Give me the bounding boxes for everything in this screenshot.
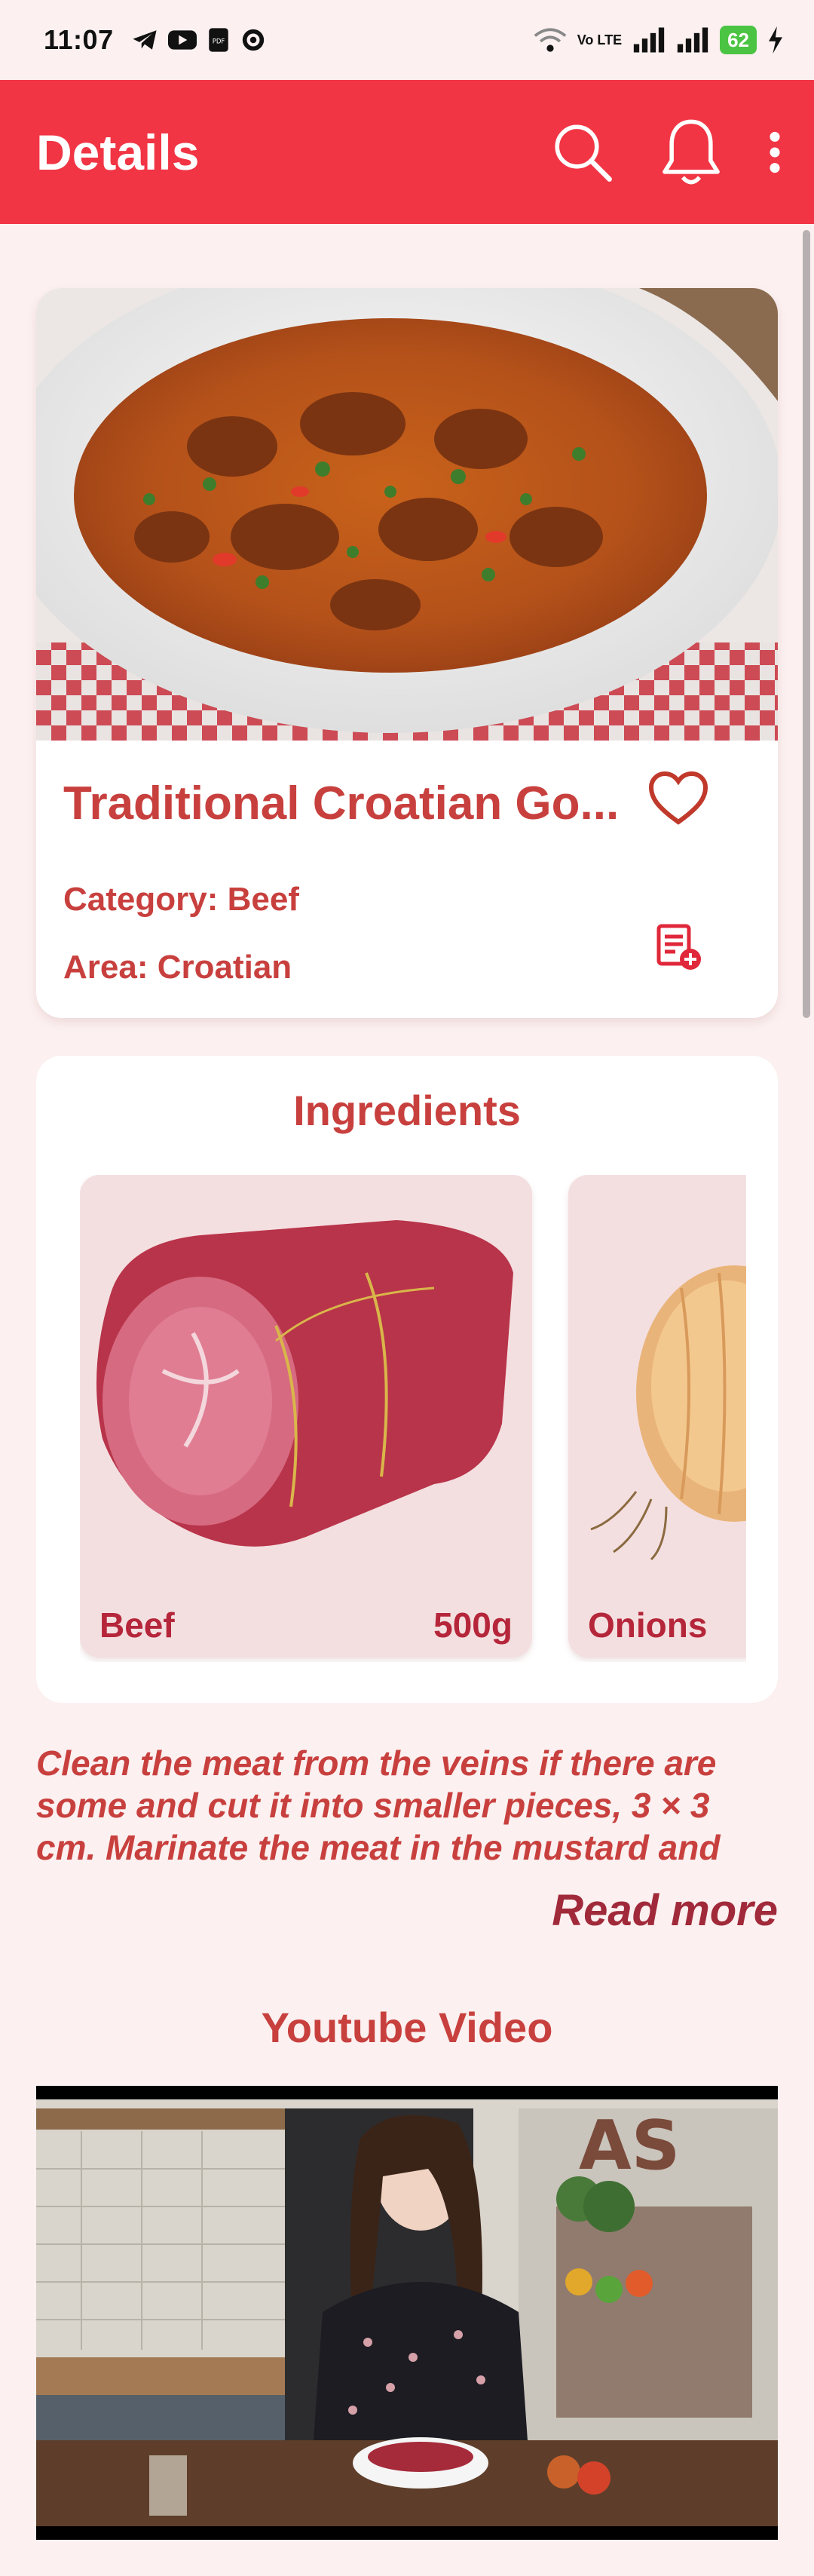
search-icon[interactable] <box>549 118 617 186</box>
ingredient-name: Beef <box>99 1605 175 1645</box>
recipe-category: Category: Beef <box>63 881 299 918</box>
bell-icon[interactable] <box>657 116 725 189</box>
onion-image <box>590 1265 746 1561</box>
video-thumbnail: AS <box>36 2099 778 2526</box>
video-section-title: Youtube Video <box>261 2004 553 2051</box>
status-time: 11:07 <box>44 24 114 55</box>
whatsapp-icon <box>242 29 264 51</box>
youtube-icon <box>167 30 197 50</box>
app-bar: Details <box>0 80 814 224</box>
telegram-icon <box>133 30 157 50</box>
volte-indicator: Vo LTE <box>577 32 623 48</box>
charging-icon <box>769 26 782 54</box>
recipe-area: Area: Croatian <box>63 949 292 986</box>
ingredients-card: Ingredients Beef 500g Onions <box>36 1056 778 1703</box>
beef-image <box>96 1220 513 1547</box>
read-more-link[interactable]: Read more <box>552 1885 778 1936</box>
ingredient-card-beef[interactable]: Beef 500g <box>80 1175 532 1658</box>
ingredient-measure: 500g <box>433 1605 513 1645</box>
ingredient-name: Onions <box>588 1605 708 1645</box>
signal-icon-2 <box>677 27 708 53</box>
battery-level: 62 <box>720 26 757 54</box>
add-to-list-icon[interactable] <box>654 923 702 971</box>
dish-image <box>36 288 778 741</box>
ingredient-card-onions[interactable]: Onions <box>568 1175 746 1658</box>
page-title: Details <box>36 124 200 180</box>
youtube-video-player[interactable]: AS <box>36 2086 778 2540</box>
recipe-card[interactable]: Traditional Croatian Go... Category: Bee… <box>36 288 778 1018</box>
ingredients-title: Ingredients <box>293 1087 521 1134</box>
heart-outline-icon[interactable] <box>648 771 708 828</box>
instructions-text: Clean the meat from the veins if there a… <box>36 1743 721 1867</box>
svg-text:PDF: PDF <box>212 38 225 45</box>
pdf-icon: PDF <box>208 28 228 52</box>
more-vert-icon[interactable] <box>766 130 784 175</box>
ingredients-carousel[interactable]: Beef 500g Onions <box>80 1175 746 1662</box>
status-bar: 11:07 PDF Vo LTE 62 <box>0 0 814 80</box>
svg-text:AS: AS <box>579 2106 680 2185</box>
signal-icon <box>633 27 665 53</box>
wifi-icon <box>534 28 567 52</box>
scrollbar-thumb[interactable] <box>803 230 810 1018</box>
recipe-title: Traditional Croatian Go... <box>63 777 620 830</box>
